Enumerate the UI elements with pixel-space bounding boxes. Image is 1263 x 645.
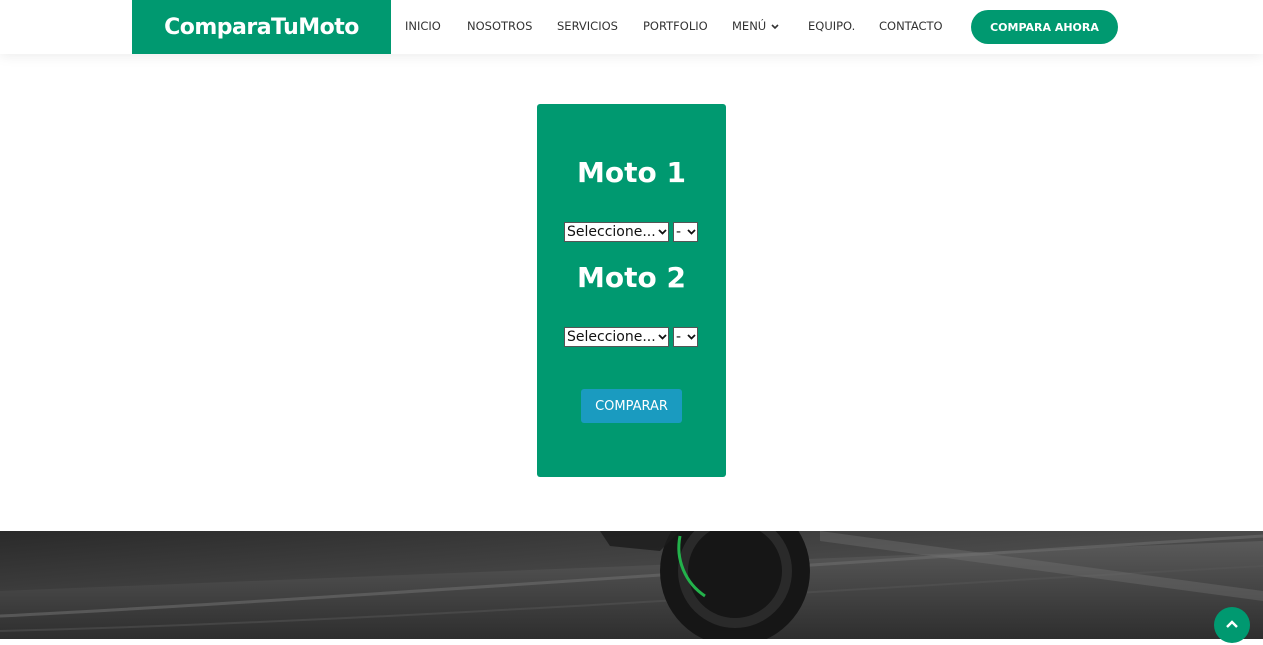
chevron-up-icon <box>1225 616 1239 634</box>
moto1-model-select[interactable]: - <box>673 222 698 242</box>
select-value: Seleccione... <box>567 224 656 240</box>
nav-item-label: PORTFOLIO <box>643 19 708 33</box>
moto1-title: Moto 1 <box>577 156 686 189</box>
compara-ahora-button[interactable]: COMPARA AHORA <box>971 10 1118 44</box>
nav-item-label: CONTACTO <box>879 19 943 33</box>
nav-item-label: SERVICIOS <box>557 19 618 33</box>
chevron-down-icon <box>685 229 697 235</box>
comparator-card: Moto 1 Seleccione... - Moto 2 Seleccione… <box>537 104 726 477</box>
motorcycle-banner <box>0 531 1263 639</box>
nav-item-inicio[interactable]: INICIO <box>405 18 441 34</box>
comparar-button[interactable]: COMPARAR <box>581 389 682 423</box>
nav-item-equipo[interactable]: EQUIPO. <box>808 18 855 34</box>
select-value: Seleccione... <box>567 329 656 345</box>
chevron-down-icon <box>656 334 668 340</box>
nav-item-label: MENÚ <box>732 19 767 33</box>
nav-item-label: INICIO <box>405 19 441 33</box>
back-to-top-button[interactable] <box>1214 607 1250 643</box>
nav-item-contacto[interactable]: CONTACTO <box>879 18 943 34</box>
site-header: ComparaTuMoto INICIO NOSOTROS SERVICIOS … <box>0 0 1263 54</box>
moto2-model-select[interactable]: - <box>673 327 698 347</box>
nav-item-label: NOSOTROS <box>467 19 533 33</box>
site-logo[interactable]: ComparaTuMoto <box>132 0 391 54</box>
select-value: - <box>676 329 682 345</box>
nav-item-label: EQUIPO. <box>808 19 856 33</box>
motorcycle-road-image <box>0 531 1263 639</box>
nav-item-portfolio[interactable]: PORTFOLIO <box>643 18 708 34</box>
select-value: - <box>676 224 682 240</box>
chevron-down-icon <box>771 19 779 33</box>
nav-item-menu[interactable]: MENÚ <box>732 18 779 34</box>
moto1-brand-select[interactable]: Seleccione... <box>564 222 669 242</box>
chevron-down-icon <box>656 229 668 235</box>
nav-item-nosotros[interactable]: NOSOTROS <box>467 18 532 34</box>
nav-item-servicios[interactable]: SERVICIOS <box>557 18 618 34</box>
moto2-brand-select[interactable]: Seleccione... <box>564 327 669 347</box>
moto2-title: Moto 2 <box>577 261 686 294</box>
chevron-down-icon <box>685 334 697 340</box>
